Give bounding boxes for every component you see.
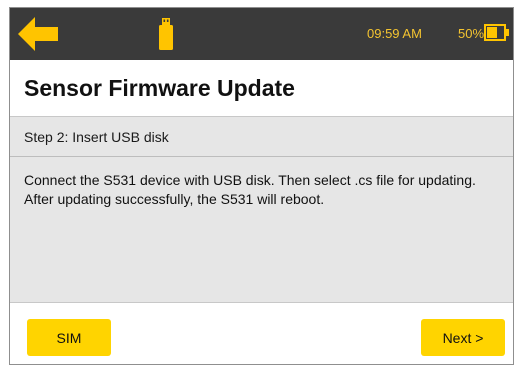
sim-button-label: SIM — [56, 329, 82, 346]
status-bar: 09:59 AM 50% — [10, 8, 513, 60]
sim-button[interactable]: SIM — [27, 319, 111, 356]
step-label: Step 2: Insert USB disk — [24, 129, 169, 145]
usb-drive-icon — [159, 18, 173, 50]
clock: 09:59 AM — [367, 26, 422, 41]
next-button-label: Next > — [442, 329, 484, 346]
app-window: 09:59 AM 50% Sensor Firmware Update Step… — [9, 7, 514, 365]
instruction-message: Connect the S531 device with USB disk. T… — [24, 172, 476, 207]
title-area: Sensor Firmware Update — [10, 60, 513, 117]
content-area: Connect the S531 device with USB disk. T… — [10, 157, 513, 302]
back-arrow-icon[interactable] — [18, 17, 58, 51]
next-button[interactable]: Next > — [421, 319, 505, 356]
battery-percent: 50% — [458, 26, 485, 41]
battery-half-icon — [484, 24, 510, 41]
bottom-bar: SIM Next > — [10, 302, 513, 364]
step-bar: Step 2: Insert USB disk — [10, 117, 513, 157]
page-title: Sensor Firmware Update — [24, 75, 295, 101]
